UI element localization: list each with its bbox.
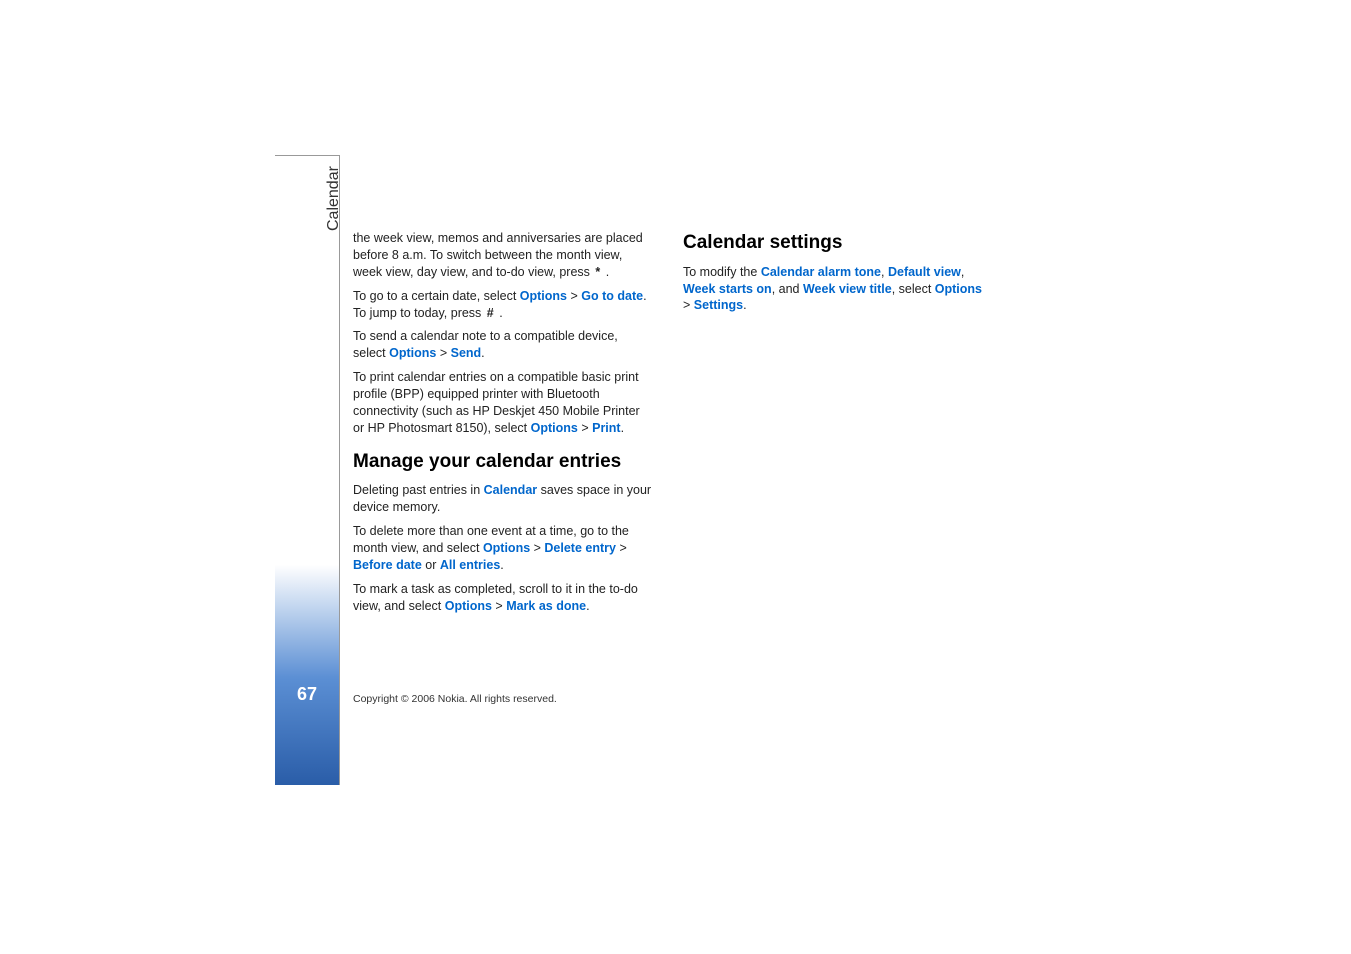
paragraph: To modify the Calendar alarm tone, Defau… <box>683 264 983 315</box>
menu-path: Options <box>531 421 578 435</box>
manual-page: Calendar 67 the week view, memos and ann… <box>275 155 1055 785</box>
menu-path: Go to date <box>581 289 643 303</box>
paragraph: To mark a task as completed, scroll to i… <box>353 581 653 615</box>
ui-term: Default view <box>888 265 961 279</box>
menu-path: Print <box>592 421 620 435</box>
column-right: Calendar settings To modify the Calendar… <box>683 230 983 621</box>
menu-path: Options <box>483 541 530 555</box>
menu-path: Mark as done <box>506 599 586 613</box>
menu-path: Options <box>445 599 492 613</box>
menu-path: Options <box>389 346 436 360</box>
paragraph: To delete more than one event at a time,… <box>353 523 653 574</box>
paragraph: the week view, memos and anniversaries a… <box>353 230 653 281</box>
column-left: the week view, memos and anniversaries a… <box>353 230 653 621</box>
sidebar: Calendar 67 <box>275 155 340 785</box>
paragraph: To send a calendar note to a compatible … <box>353 328 653 362</box>
ui-term: Week starts on <box>683 282 772 296</box>
paragraph: Deleting past entries in Calendar saves … <box>353 482 653 516</box>
ui-term: Calendar alarm tone <box>761 265 881 279</box>
menu-path: Options <box>935 282 982 296</box>
menu-path: Send <box>451 346 482 360</box>
copyright-text: Copyright © 2006 Nokia. All rights reser… <box>353 693 557 705</box>
heading-calendar-settings: Calendar settings <box>683 230 983 256</box>
key-hash-icon: # <box>485 305 496 322</box>
menu-path: Settings <box>694 298 743 312</box>
paragraph: To go to a certain date, select Options … <box>353 288 653 322</box>
heading-manage-entries: Manage your calendar entries <box>353 449 653 475</box>
section-label: Calendar <box>325 166 343 231</box>
ui-term: Calendar <box>484 483 538 497</box>
menu-path: Before date <box>353 558 422 572</box>
content-area: the week view, memos and anniversaries a… <box>353 230 1053 621</box>
menu-path: Options <box>520 289 567 303</box>
page-number: 67 <box>275 684 339 705</box>
key-star-icon: * <box>593 264 602 281</box>
ui-term: Week view title <box>803 282 892 296</box>
menu-path: All entries <box>440 558 500 572</box>
menu-path: Delete entry <box>544 541 616 555</box>
paragraph: To print calendar entries on a compatibl… <box>353 369 653 437</box>
